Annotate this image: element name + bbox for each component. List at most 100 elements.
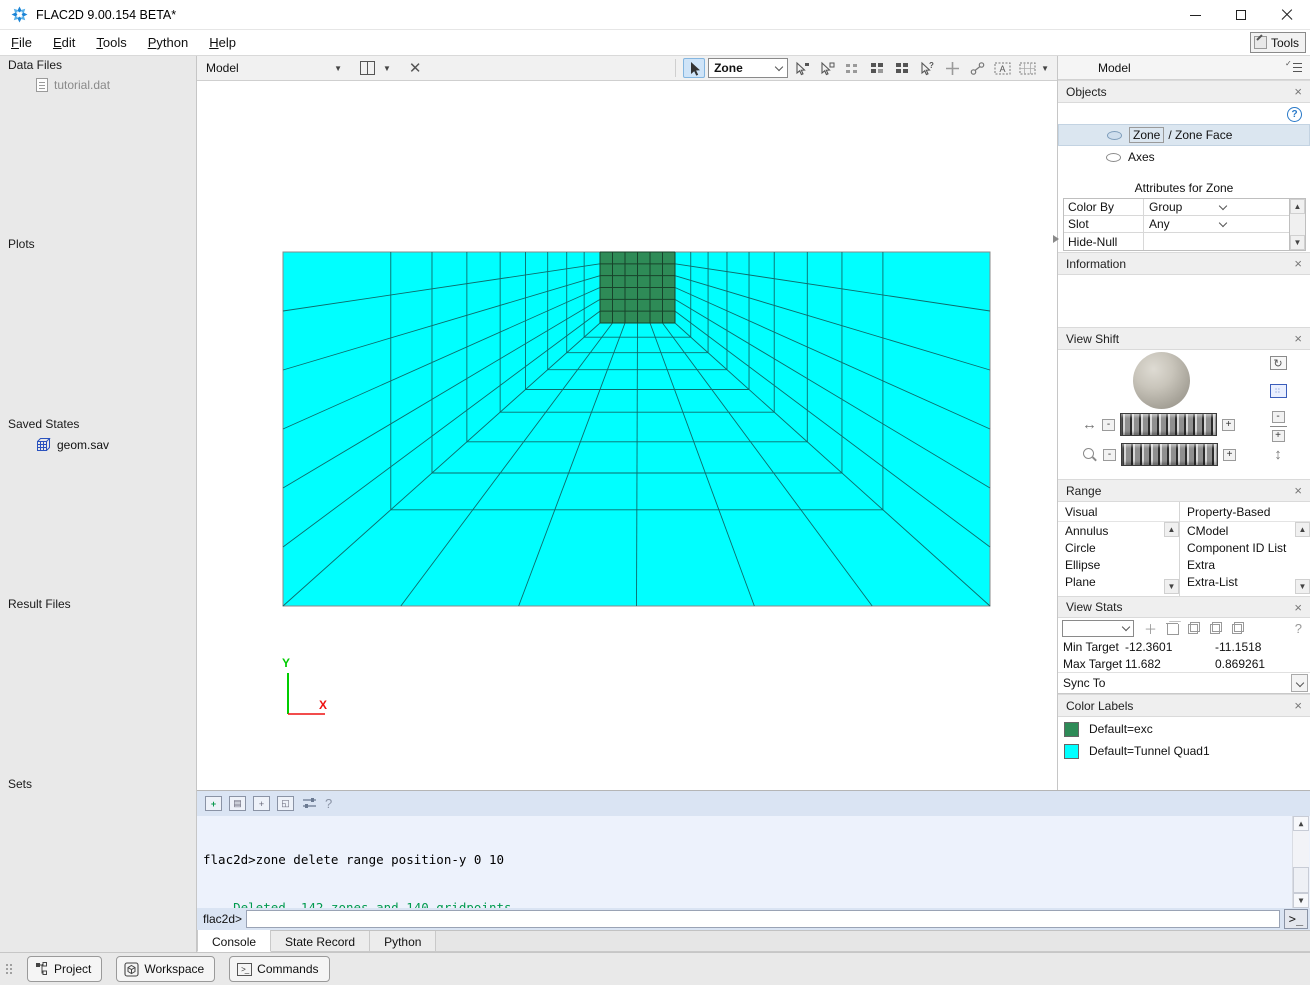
split-view-icon[interactable] [360,61,375,75]
object-item-axes[interactable]: Axes [1058,146,1310,168]
range-item-cmodel[interactable]: CModel [1180,522,1295,539]
select-remove-button[interactable] [816,58,838,78]
select-some-button[interactable] [866,58,888,78]
console-input[interactable] [246,910,1280,928]
model-viewport[interactable]: Y X [197,81,1057,790]
close-view-button[interactable]: ✕ [403,59,428,78]
menu-python[interactable]: Python [138,32,198,53]
horizontal-shift-slider[interactable] [1120,413,1217,436]
minimize-button[interactable] [1172,0,1218,30]
object-item-zone[interactable]: Zone / Zone Face [1058,124,1310,146]
range-item-plane[interactable]: Plane [1058,573,1164,590]
close-button[interactable] [1264,0,1310,30]
scroll-down-icon[interactable]: ▼ [1293,893,1309,908]
close-range-icon[interactable]: × [1294,483,1302,498]
scroll-up-icon[interactable]: ▲ [1164,522,1179,537]
close-objects-icon[interactable]: × [1294,84,1302,99]
property-scrollbar[interactable]: ▲ ▼ [1295,522,1310,594]
delete-icon[interactable] [1167,622,1178,635]
duplicate-icon[interactable] [1188,622,1200,634]
project-button[interactable]: Project [27,956,102,982]
zoom-slider[interactable] [1121,443,1218,466]
attributes-scrollbar[interactable]: ▲ ▼ [1289,199,1305,250]
scroll-down-icon[interactable]: ▼ [1290,235,1305,250]
settings-sliders-icon[interactable] [301,796,318,811]
stats-preset-select[interactable] [1062,620,1134,637]
scroll-down-icon[interactable]: ▼ [1295,579,1310,594]
item-list-icon[interactable] [1287,62,1302,74]
tab-console[interactable]: Console [197,930,271,952]
paste-icon[interactable] [1232,622,1244,634]
execute-command-button[interactable]: >_ [1284,909,1308,929]
zoom-in-mini-button[interactable]: + [1272,430,1285,442]
menu-help[interactable]: Help [199,32,246,53]
zoom-plus-button[interactable]: + [1223,449,1236,461]
more-tools-chevron[interactable]: ▼ [1041,64,1049,73]
group-annotation-button[interactable] [1016,58,1038,78]
file-tutorial-dat[interactable]: tutorial.dat [36,78,110,92]
shift-minus-button[interactable]: - [1102,419,1115,431]
text-annotation-button[interactable]: A [991,58,1013,78]
help-icon[interactable]: ? [325,796,332,811]
workspace-button[interactable]: Workspace [116,956,215,982]
maximize-button[interactable] [1218,0,1264,30]
copy-icon[interactable] [1210,622,1222,634]
sync-to-select[interactable] [1291,674,1308,692]
zoom-out-mini-button[interactable]: - [1272,411,1285,423]
range-item-extra-list[interactable]: Extra-List [1180,573,1295,590]
visibility-eye-icon[interactable] [1106,153,1121,162]
visual-scrollbar[interactable]: ▲ ▼ [1164,522,1179,594]
colorby-select[interactable]: Group [1144,200,1289,214]
help-icon[interactable]: ? [1295,621,1302,636]
link-tool-button[interactable] [966,58,988,78]
view-type-select[interactable]: Model ▼ [197,61,342,75]
drag-handle[interactable] [5,963,13,975]
selection-mode-select[interactable]: Zone [708,58,788,78]
menu-tools[interactable]: Tools [86,32,136,53]
menu-edit[interactable]: Edit [43,32,85,53]
expand-triangle-icon[interactable] [1053,235,1059,243]
scrollbar-thumb[interactable] [1293,867,1309,893]
scroll-up-icon[interactable]: ▲ [1293,816,1309,831]
close-information-icon[interactable]: × [1294,256,1302,271]
shift-plus-button[interactable]: + [1222,419,1235,431]
add-icon[interactable]: ＋ [1144,619,1157,638]
scroll-down-icon[interactable]: ▼ [1164,579,1179,594]
close-view-shift-icon[interactable]: × [1294,331,1302,346]
vertical-shift-icon[interactable]: ↕ [1268,446,1288,463]
menu-file[interactable]: File [1,32,42,53]
zoom-minus-button[interactable]: - [1103,449,1116,461]
scroll-up-icon[interactable]: ▲ [1290,199,1305,214]
center-view-icon[interactable]: ∷ [1270,384,1287,398]
reset-rotation-icon[interactable]: ↻ [1270,356,1287,370]
tools-panel-button[interactable]: Tools [1250,32,1306,53]
query-tool-button[interactable]: ? [916,58,938,78]
select-tool-button[interactable] [683,58,705,78]
visibility-eye-icon[interactable] [1107,131,1122,140]
rotation-trackball[interactable] [1133,352,1190,409]
tab-state-record[interactable]: State Record [271,931,370,952]
file-geom-sav[interactable]: geom.sav [36,437,109,452]
select-none-button[interactable] [841,58,863,78]
open-folder-icon[interactable]: ◱ [277,796,294,811]
select-add-button[interactable] [791,58,813,78]
measure-tool-button[interactable] [941,58,963,78]
split-options-chevron[interactable]: ▼ [383,64,391,73]
close-view-stats-icon[interactable]: × [1294,600,1302,615]
save-icon[interactable]: ▤ [229,796,246,811]
help-icon[interactable]: ? [1287,107,1302,122]
new-project-icon[interactable]: + [205,796,222,811]
commands-button[interactable]: >_ Commands [229,956,329,982]
range-item-annulus[interactable]: Annulus [1058,522,1164,539]
range-item-component-id[interactable]: Component ID List [1180,539,1295,556]
range-item-ellipse[interactable]: Ellipse [1058,556,1164,573]
add-file-icon[interactable]: + [253,796,270,811]
range-item-circle[interactable]: Circle [1058,539,1164,556]
slot-select[interactable]: Any [1144,217,1289,231]
console-scrollbar[interactable]: ▲ ▼ [1292,816,1309,908]
range-item-extra[interactable]: Extra [1180,556,1295,573]
tab-python[interactable]: Python [370,931,436,952]
select-all-button[interactable] [891,58,913,78]
scroll-up-icon[interactable]: ▲ [1295,522,1310,537]
close-color-labels-icon[interactable]: × [1294,698,1302,713]
